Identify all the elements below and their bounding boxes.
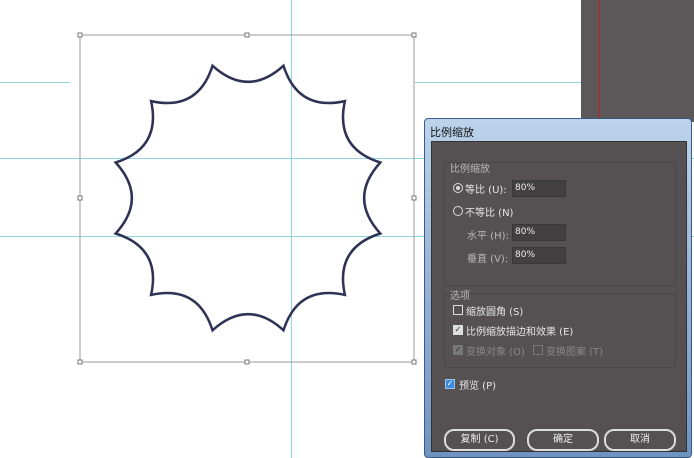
scale-dialog: 比例缩放 比例缩放 等比 (U): 80% 不等比 (N) 水平 (H): 80… (424, 118, 692, 458)
preview-label: 预览 (P) (459, 381, 497, 392)
transform-objects-label: 变换对象 (O) (466, 347, 525, 358)
non-uniform-label: 不等比 (N) (465, 208, 514, 219)
scale-corners-label: 缩放圆角 (S) (466, 307, 524, 318)
vertical-input[interactable]: 80% (512, 247, 566, 264)
horizontal-input[interactable]: 80% (512, 224, 566, 241)
scalloped-star-shape[interactable] (113, 63, 383, 333)
resize-handle[interactable] (77, 359, 83, 365)
transform-objects-checkbox[interactable]: ✓ (453, 345, 463, 355)
non-uniform-radio[interactable] (453, 206, 463, 216)
transform-patterns-label: 变换图案 (T) (546, 347, 604, 358)
transform-patterns-checkbox[interactable] (533, 345, 543, 355)
dialog-title: 比例缩放 (430, 126, 474, 139)
resize-handle[interactable] (77, 32, 83, 38)
resize-handle[interactable] (411, 195, 417, 201)
vertical-label: 垂直 (V): (467, 254, 509, 265)
resize-handle[interactable] (411, 359, 417, 365)
resize-handle[interactable] (411, 32, 417, 38)
copy-button[interactable]: 复制 (C) (444, 429, 515, 451)
horizontal-label: 水平 (H): (467, 231, 509, 242)
preview-checkbox[interactable]: ✓ (445, 379, 455, 389)
uniform-radio[interactable] (453, 183, 463, 193)
uniform-label: 等比 (U): (465, 185, 507, 196)
resize-handle[interactable] (77, 195, 83, 201)
scale-corners-checkbox[interactable] (453, 305, 463, 315)
resize-handle[interactable] (244, 32, 250, 38)
ok-button[interactable]: 确定 (527, 429, 599, 451)
options-label: 选项 (450, 291, 470, 302)
scale-group-label: 比例缩放 (450, 164, 490, 175)
resize-handle[interactable] (244, 359, 250, 365)
cancel-button[interactable]: 取消 (604, 429, 676, 451)
scale-strokes-label: 比例缩放描边和效果 (E) (466, 327, 574, 338)
uniform-input[interactable]: 80% (512, 180, 566, 197)
scale-strokes-checkbox[interactable]: ✓ (453, 325, 463, 335)
